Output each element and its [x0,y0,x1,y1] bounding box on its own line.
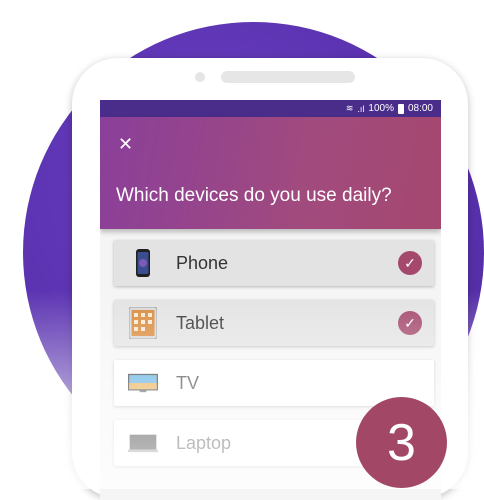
laptop-icon [128,428,158,458]
status-bar: ≋ .ıl 100% 08:00 [100,100,441,117]
speaker-grille [221,71,355,83]
question-title: Which devices do you use daily? [116,185,392,206]
device-label: Tablet [176,312,225,333]
device-label: Phone [176,252,229,273]
close-icon[interactable]: ✕ [118,135,133,153]
question-header: ✕ Which devices do you use daily? [100,117,441,229]
status-time: 08:00 [407,103,433,114]
battery-icon [397,103,404,114]
step-badge: 3 [356,397,447,488]
wifi-icon: ≋ [345,103,354,113]
camera-dot [195,72,205,82]
device-label: TV [176,372,200,393]
device-label: Laptop [176,432,232,453]
check-icon: ✓ [398,311,422,335]
tv-icon [128,368,158,398]
signal-icon: .ıl [357,103,365,114]
check-icon: ✓ [398,251,422,275]
device-option-phone[interactable]: Phone ✓ [114,240,434,286]
tablet-icon [128,307,158,339]
phone-icon [128,248,158,278]
device-option-tablet[interactable]: Tablet ✓ [114,300,434,346]
battery-percent: 100% [368,103,394,114]
